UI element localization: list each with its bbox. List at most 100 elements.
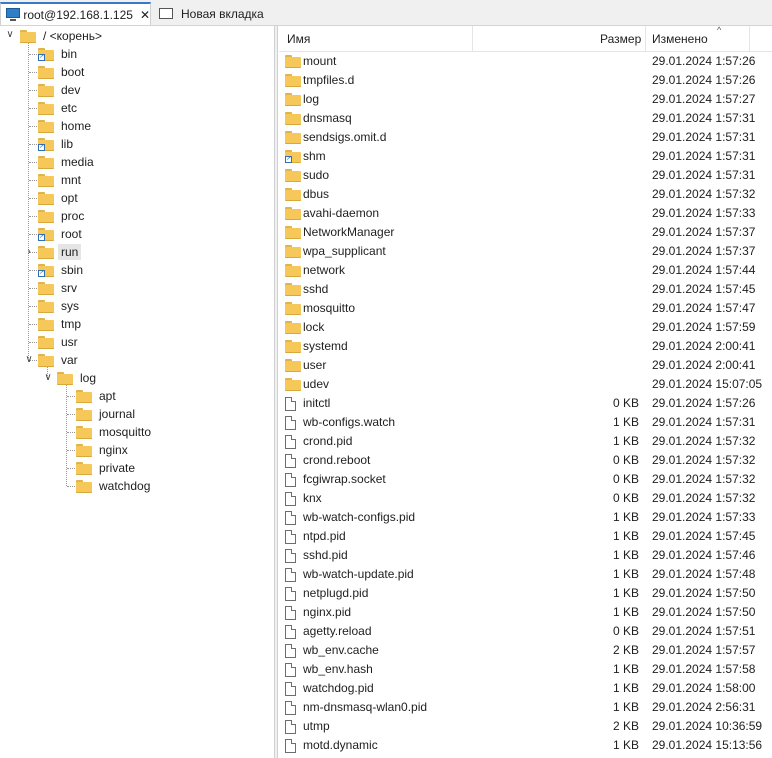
tab-session[interactable]: root@192.168.1.125 ✕ <box>0 2 151 25</box>
tree-item[interactable]: watchdog <box>76 477 153 495</box>
file-modified: 29.01.2024 10:36:59 <box>652 719 763 733</box>
directory-tree[interactable]: ∨ / <корень> ↗ bin boot dev etc home ↗ lib media mn… <box>0 26 274 758</box>
list-item[interactable]: dnsmasq 29.01.2024 1:57:31 <box>279 109 772 128</box>
tree-item[interactable]: apt <box>76 387 119 405</box>
panel-splitter[interactable] <box>274 26 278 758</box>
list-item[interactable]: wb-watch-configs.pid 1 KB 29.01.2024 1:57:… <box>279 508 772 527</box>
list-item[interactable]: dbus 29.01.2024 1:57:32 <box>279 185 772 204</box>
list-item[interactable]: initctl 0 KB 29.01.2024 1:57:26 <box>279 394 772 413</box>
tree-item[interactable]: ↗ lib <box>38 135 76 153</box>
file-icon <box>285 454 296 468</box>
list-item[interactable]: agetty.reload 0 KB 29.01.2024 1:57:51 <box>279 622 772 641</box>
tree-item[interactable]: boot <box>38 63 87 81</box>
tree-item[interactable]: var <box>38 351 81 369</box>
list-item[interactable]: sendsigs.omit.d 29.01.2024 1:57:31 <box>279 128 772 147</box>
list-item[interactable]: sshd 29.01.2024 1:57:45 <box>279 280 772 299</box>
tree-item[interactable]: etc <box>38 99 80 117</box>
column-header-name[interactable]: Имя <box>287 26 310 51</box>
tree-item[interactable]: home <box>38 117 94 135</box>
list-item[interactable]: sshd.pid 1 KB 29.01.2024 1:57:46 <box>279 546 772 565</box>
file-icon <box>285 568 296 582</box>
file-modified: 29.01.2024 1:57:58 <box>652 662 756 676</box>
list-item[interactable]: wb-configs.watch 1 KB 29.01.2024 1:57:31 <box>279 413 772 432</box>
list-item[interactable]: wb_env.cache 2 KB 29.01.2024 1:57:57 <box>279 641 772 660</box>
column-header-size[interactable]: Размер <box>600 26 641 51</box>
column-separator[interactable] <box>472 26 473 51</box>
tree-item[interactable]: tmp <box>38 315 84 333</box>
list-item[interactable]: mount 29.01.2024 1:57:26 <box>279 52 772 71</box>
tree-item[interactable]: srv <box>38 279 80 297</box>
chevron-down-icon[interactable]: ∨ <box>5 30 15 40</box>
file-name: dnsmasq <box>303 111 352 125</box>
file-modified: 29.01.2024 1:57:48 <box>652 567 756 581</box>
tree-item[interactable]: proc <box>38 207 87 225</box>
file-modified: 29.01.2024 2:56:31 <box>652 700 756 714</box>
tree-item[interactable]: opt <box>38 189 81 207</box>
tree-item[interactable]: mnt <box>38 171 84 189</box>
tree-item[interactable]: private <box>76 459 138 477</box>
tab-new[interactable]: Новая вкладка <box>153 2 269 25</box>
row-icon <box>285 454 296 471</box>
list-item[interactable]: sudo 29.01.2024 1:57:31 <box>279 166 772 185</box>
list-item[interactable]: motd.dynamic 1 KB 29.01.2024 15:13:56 <box>279 736 772 755</box>
list-item[interactable]: udev 29.01.2024 15:07:05 <box>279 375 772 394</box>
tree-item-label: dev <box>61 83 81 97</box>
list-item[interactable]: crond.pid 1 KB 29.01.2024 1:57:32 <box>279 432 772 451</box>
file-size: 0 KB <box>612 624 639 638</box>
list-item[interactable]: netplugd.pid 1 KB 29.01.2024 1:57:50 <box>279 584 772 603</box>
file-list[interactable]: Имя Размер Изменено ^ mount 29.01.2024 1:… <box>279 26 772 758</box>
list-item[interactable]: NetworkManager 29.01.2024 1:57:37 <box>279 223 772 242</box>
file-size: 1 KB <box>612 700 639 714</box>
list-item[interactable]: network 29.01.2024 1:57:44 <box>279 261 772 280</box>
tree-item[interactable]: usr <box>38 333 81 351</box>
row-icon <box>285 739 296 756</box>
list-item[interactable]: crond.reboot 0 KB 29.01.2024 1:57:32 <box>279 451 772 470</box>
tree-item[interactable]: nginx <box>76 441 131 459</box>
tree-guide <box>29 216 37 217</box>
tab-new-label: Новая вкладка <box>181 6 264 21</box>
chevron-right-icon[interactable]: › <box>24 247 34 257</box>
list-item[interactable]: nm-dnsmasq-wlan0.pid 1 KB 29.01.2024 2:56:… <box>279 698 772 717</box>
list-item[interactable]: wb-watch-update.pid 1 KB 29.01.2024 1:57:4… <box>279 565 772 584</box>
file-name: user <box>303 358 327 372</box>
list-item[interactable]: avahi-daemon 29.01.2024 1:57:33 <box>279 204 772 223</box>
column-header-modified[interactable]: Изменено <box>652 26 708 51</box>
list-item[interactable]: wpa_supplicant 29.01.2024 1:57:37 <box>279 242 772 261</box>
list-item[interactable]: watchdog.pid 1 KB 29.01.2024 1:58:00 <box>279 679 772 698</box>
tree-item[interactable]: media <box>38 153 97 171</box>
tree-guide <box>29 72 37 73</box>
file-modified: 29.01.2024 1:57:47 <box>652 301 756 315</box>
tree-item-label: sbin <box>61 263 84 277</box>
chevron-down-icon[interactable]: ∨ <box>43 373 53 383</box>
list-item[interactable]: fcgiwrap.socket 0 KB 29.01.2024 1:57:32 <box>279 470 772 489</box>
list-item[interactable]: ntpd.pid 1 KB 29.01.2024 1:57:45 <box>279 527 772 546</box>
list-item[interactable]: systemd 29.01.2024 2:00:41 <box>279 337 772 356</box>
chevron-down-icon[interactable]: ∨ <box>24 355 34 365</box>
list-item[interactable]: utmp 2 KB 29.01.2024 10:36:59 <box>279 717 772 736</box>
list-item[interactable]: tmpfiles.d 29.01.2024 1:57:26 <box>279 71 772 90</box>
column-separator[interactable] <box>645 26 646 51</box>
list-item[interactable]: mosquitto 29.01.2024 1:57:47 <box>279 299 772 318</box>
list-item[interactable]: nginx.pid 1 KB 29.01.2024 1:57:50 <box>279 603 772 622</box>
tree-item[interactable]: ↗ root <box>38 225 85 243</box>
tree-item[interactable]: ↗ sbin <box>38 261 86 279</box>
list-item[interactable]: ↗ shm 29.01.2024 1:57:31 <box>279 147 772 166</box>
tree-item[interactable]: sys <box>38 297 82 315</box>
list-item[interactable]: log 29.01.2024 1:57:27 <box>279 90 772 109</box>
tree-item[interactable]: journal <box>76 405 138 423</box>
list-item[interactable]: wb_env.hash 1 KB 29.01.2024 1:57:58 <box>279 660 772 679</box>
tree-item[interactable]: run <box>38 243 82 261</box>
list-item[interactable]: user 29.01.2024 2:00:41 <box>279 356 772 375</box>
tree-item[interactable]: dev <box>38 81 83 99</box>
tree-item[interactable]: log <box>57 369 99 387</box>
tree-item[interactable]: ↗ bin <box>38 45 80 63</box>
list-item[interactable]: knx 0 KB 29.01.2024 1:57:32 <box>279 489 772 508</box>
tree-item-label: tmp <box>61 317 82 331</box>
row-icon <box>285 55 301 71</box>
tree-item[interactable]: / <корень> <box>20 27 105 45</box>
close-tab-icon[interactable]: ✕ <box>140 8 150 22</box>
list-item[interactable]: lock 29.01.2024 1:57:59 <box>279 318 772 337</box>
tree-item[interactable]: mosquitto <box>76 423 154 441</box>
sort-ascending-icon: ^ <box>717 26 722 35</box>
column-separator[interactable] <box>749 26 750 51</box>
